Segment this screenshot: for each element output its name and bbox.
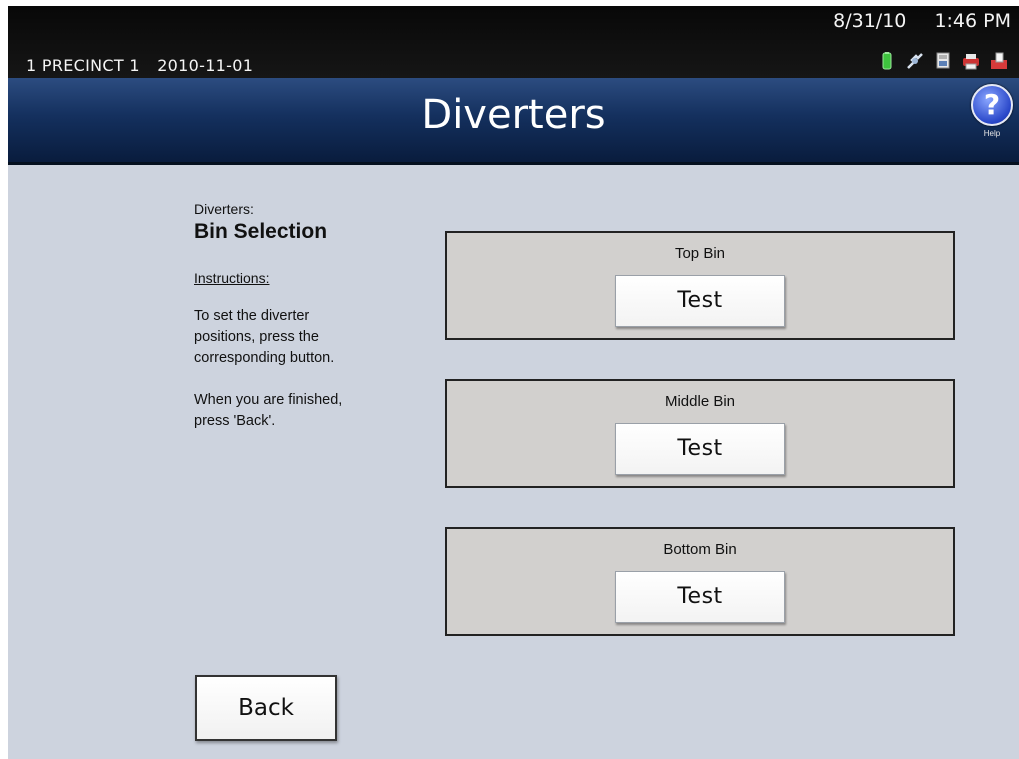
precinct-name: 1 PRECINCT 1 xyxy=(26,56,140,75)
back-button[interactable]: Back xyxy=(195,675,337,741)
instructions-heading: Instructions: xyxy=(194,270,270,286)
bin-box-top: Top Bin Test xyxy=(445,231,955,340)
precinct-info: 1 PRECINCT 1 2010-11-01 xyxy=(26,56,253,75)
help-button[interactable]: ? Help xyxy=(969,84,1015,150)
current-date: 8/31/10 xyxy=(833,10,907,32)
current-time: 1:46 PM xyxy=(934,10,1011,32)
ballot-box-icon xyxy=(989,52,1009,70)
screen: 1 PRECINCT 1 2010-11-01 8/31/10 1:46 PM xyxy=(8,6,1019,759)
main-panel: Diverters: Bin Selection Instructions: T… xyxy=(8,165,1019,759)
bin-label: Middle Bin xyxy=(664,393,736,410)
help-label: Help xyxy=(983,129,1001,138)
section-label: Diverters: xyxy=(194,201,254,217)
battery-icon xyxy=(877,52,897,70)
bin-box-bottom: Bottom Bin Test xyxy=(445,527,955,636)
section-title: Bin Selection xyxy=(194,220,328,243)
election-date: 2010-11-01 xyxy=(157,56,254,75)
test-middle-bin-button[interactable]: Test xyxy=(615,423,785,475)
bin-label: Top Bin xyxy=(674,245,726,262)
bin-box-middle: Middle Bin Test xyxy=(445,379,955,488)
document-icon xyxy=(933,52,953,70)
printer-icon xyxy=(961,52,981,70)
bin-label: Bottom Bin xyxy=(663,541,737,558)
page-title: Diverters xyxy=(421,92,606,138)
status-icons xyxy=(877,52,1009,70)
power-plug-icon xyxy=(905,52,925,70)
help-icon: ? xyxy=(971,84,1013,126)
status-bar: 1 PRECINCT 1 2010-11-01 8/31/10 1:46 PM xyxy=(8,6,1019,78)
test-top-bin-button[interactable]: Test xyxy=(615,275,785,327)
title-bar: Diverters ? Help xyxy=(8,78,1019,165)
instructions-panel: Diverters: Bin Selection Instructions: T… xyxy=(194,201,424,432)
clock: 8/31/10 1:46 PM xyxy=(833,10,1011,32)
test-bottom-bin-button[interactable]: Test xyxy=(615,571,785,623)
instructions-text: To set the diverter positions, press the… xyxy=(194,308,343,429)
